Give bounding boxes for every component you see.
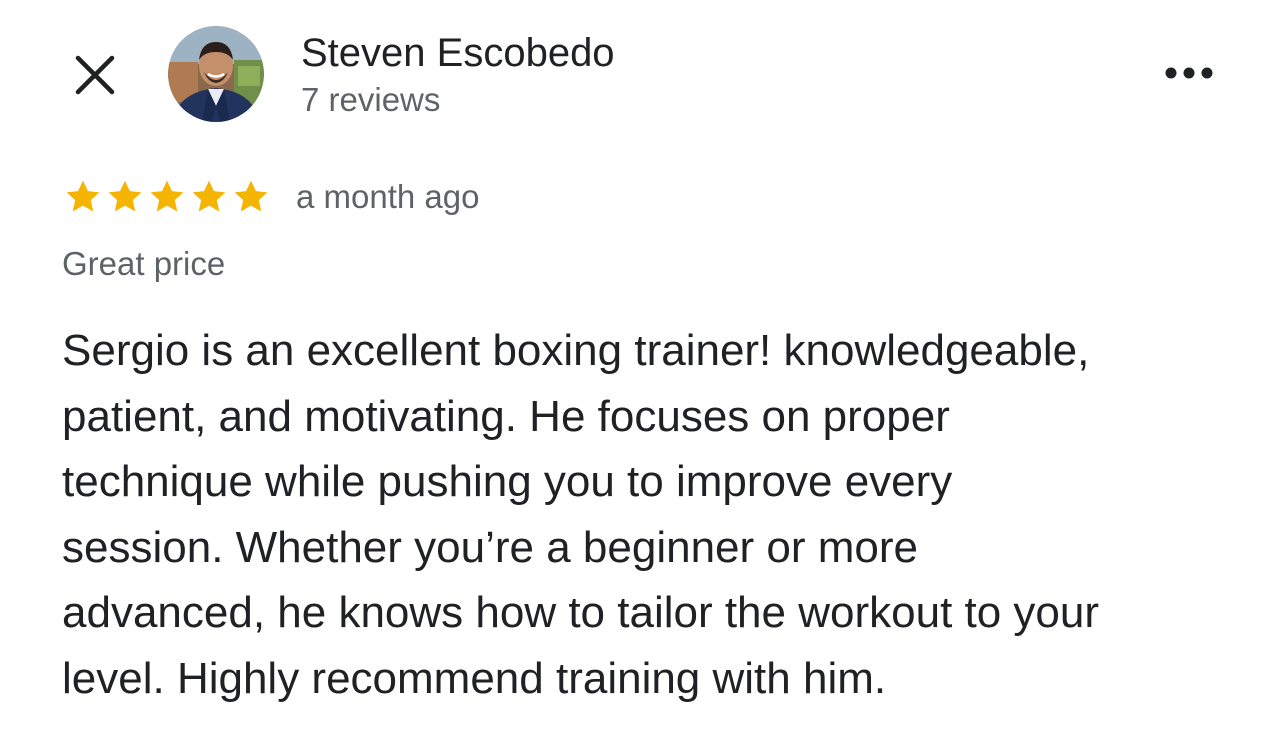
review-tag: Great price — [62, 245, 226, 282]
review-count[interactable]: 7 reviews — [301, 80, 440, 120]
star-icon — [234, 180, 268, 212]
star-icon — [150, 180, 184, 212]
more-options-button[interactable] — [1158, 58, 1220, 88]
profile-photo — [168, 26, 264, 122]
review-text-line: session. Whether you’re a beginner or mo… — [62, 522, 918, 572]
review-text-line: advanced, he knows how to tailor the wor… — [62, 588, 1100, 637]
more-horizontal-icon — [1165, 67, 1213, 79]
close-icon — [75, 55, 115, 95]
review-text-line: technique while pushing you to improve e… — [62, 457, 953, 506]
close-button[interactable] — [70, 50, 120, 100]
review-text-line: level. Highly recommend training with hi… — [62, 653, 887, 703]
avatar[interactable] — [168, 26, 264, 122]
author-name[interactable]: Steven Escobedo — [301, 30, 615, 76]
star-icon — [192, 180, 226, 212]
review-text-line: patient, and motivating. He focuses on p… — [62, 391, 950, 441]
rating-row: a month ago — [62, 176, 479, 218]
review-text-line: Sergio is an excellent boxing trainer! k… — [62, 326, 1090, 375]
star-icon — [108, 180, 142, 212]
star-icon — [66, 180, 100, 212]
star-rating — [62, 177, 272, 217]
review-text: Sergio is an excellent boxing trainer! k… — [62, 318, 1252, 711]
review-detail-page: Steven Escobedo 7 reviews a month ago Gr… — [0, 0, 1284, 730]
review-date: a month ago — [296, 178, 480, 215]
